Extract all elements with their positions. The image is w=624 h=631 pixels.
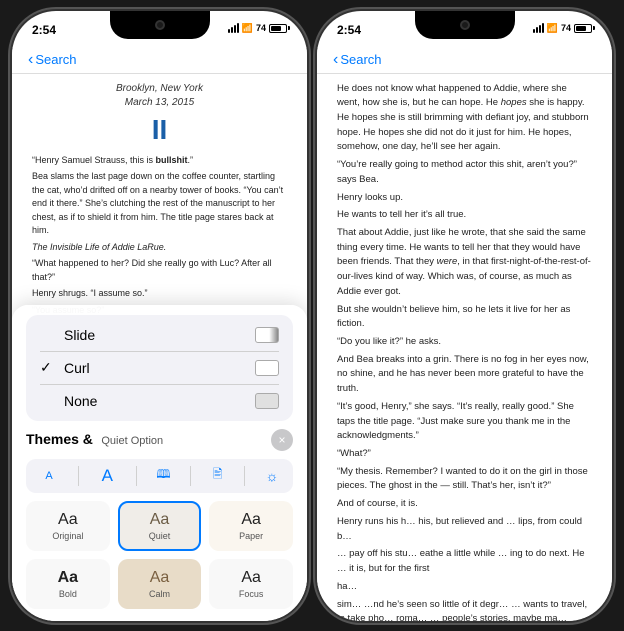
nav-bar-left: ‹ Search <box>12 47 307 74</box>
theme-original-sample: Aa <box>36 511 100 529</box>
theme-bold-sample: Aa <box>36 569 100 587</box>
font-icon[interactable]: 🖹 <box>205 463 231 489</box>
none-label: None <box>64 393 97 409</box>
theme-original-label: Original <box>36 531 100 541</box>
font-divider-3 <box>190 466 191 486</box>
theme-quiet-sample: Aa <box>128 511 192 529</box>
back-label-left: Search <box>35 52 76 67</box>
book-header: Brooklyn, New YorkMarch 13, 2015 II <box>32 82 287 146</box>
camera-left <box>155 20 165 30</box>
theme-quiet-label: Quiet <box>128 531 192 541</box>
font-divider-1 <box>78 466 79 486</box>
phones-container: 2:54 📶 74 <box>12 11 612 621</box>
battery-icon-right <box>574 24 592 33</box>
book-content-left: Brooklyn, New YorkMarch 13, 2015 II “Hen… <box>12 74 307 621</box>
status-icons-left: 📶 74 <box>228 23 287 34</box>
slide-icon <box>255 327 279 343</box>
theme-focus-label: Focus <box>219 589 283 599</box>
themes-title: Themes & <box>26 431 93 447</box>
curl-label: Curl <box>64 360 90 376</box>
slide-option-none[interactable]: None <box>26 385 293 417</box>
status-icons-right: 📶 74 <box>533 23 592 34</box>
signal-right <box>533 23 544 33</box>
signal-left <box>228 23 239 33</box>
slide-option-curl[interactable]: ✓ Curl <box>26 351 293 384</box>
curl-icon <box>255 360 279 376</box>
slide-label: Slide <box>64 327 95 343</box>
theme-paper-sample: Aa <box>219 511 283 529</box>
chevron-left-icon-right: ‹ <box>333 51 338 69</box>
theme-calm-label: Calm <box>128 589 192 599</box>
brightness-icon[interactable]: ☼ <box>259 463 285 489</box>
notch-left <box>110 11 210 39</box>
back-button-left[interactable]: ‹ Search <box>28 51 77 69</box>
wifi-icon-right: 📶 <box>547 23 558 34</box>
chevron-left-icon: ‹ <box>28 51 33 69</box>
theme-bold[interactable]: Aa Bold <box>26 559 110 609</box>
theme-focus-sample: Aa <box>219 569 283 587</box>
theme-paper[interactable]: Aa Paper <box>209 501 293 551</box>
font-size-row: A A 🕮 🖹 ☼ <box>26 459 293 493</box>
theme-original[interactable]: Aa Original <box>26 501 110 551</box>
notch-right <box>415 11 515 39</box>
themes-header: Themes & Quiet Option × <box>26 429 293 451</box>
checkmark-curl: ✓ <box>40 359 56 376</box>
slide-option-slide[interactable]: Slide <box>26 319 293 351</box>
theme-paper-label: Paper <box>219 531 283 541</box>
font-divider-4 <box>244 466 245 486</box>
camera-right <box>460 20 470 30</box>
left-phone: 2:54 📶 74 <box>12 11 307 621</box>
slide-options: Slide ✓ Curl <box>26 315 293 421</box>
book-format-icon[interactable]: 🕮 <box>151 463 177 489</box>
battery-label-right: 74 <box>561 23 571 33</box>
wifi-icon: 📶 <box>242 23 253 34</box>
back-label-right: Search <box>340 52 381 67</box>
overlay-panel: Slide ✓ Curl <box>12 305 307 621</box>
font-increase-button[interactable]: A <box>92 463 122 489</box>
none-icon <box>255 393 279 409</box>
book-location: Brooklyn, New YorkMarch 13, 2015 <box>32 82 287 110</box>
theme-bold-label: Bold <box>36 589 100 599</box>
close-button[interactable]: × <box>271 429 293 451</box>
theme-focus[interactable]: Aa Focus <box>209 559 293 609</box>
book-content-right: He does not know what happened to Addie,… <box>317 74 612 621</box>
time-left: 2:54 <box>32 23 56 37</box>
nav-bar-right: ‹ Search <box>317 47 612 74</box>
theme-quiet[interactable]: Aa Quiet <box>118 501 202 551</box>
quiet-option-label: Quiet Option <box>101 435 163 447</box>
back-button-right[interactable]: ‹ Search <box>333 51 382 69</box>
book-text-right: He does not know what happened to Addie,… <box>337 82 592 621</box>
battery-label-left: 74 <box>256 23 266 33</box>
right-phone: 2:54 📶 74 <box>317 11 612 621</box>
theme-calm-sample: Aa <box>128 569 192 587</box>
time-right: 2:54 <box>337 23 361 37</box>
theme-grid: Aa Original Aa Quiet Aa Paper Aa <box>26 501 293 609</box>
theme-calm[interactable]: Aa Calm <box>118 559 202 609</box>
book-chapter: II <box>32 114 287 146</box>
font-decrease-button[interactable]: A <box>34 463 64 489</box>
battery-icon-left <box>269 24 287 33</box>
font-divider-2 <box>136 466 137 486</box>
